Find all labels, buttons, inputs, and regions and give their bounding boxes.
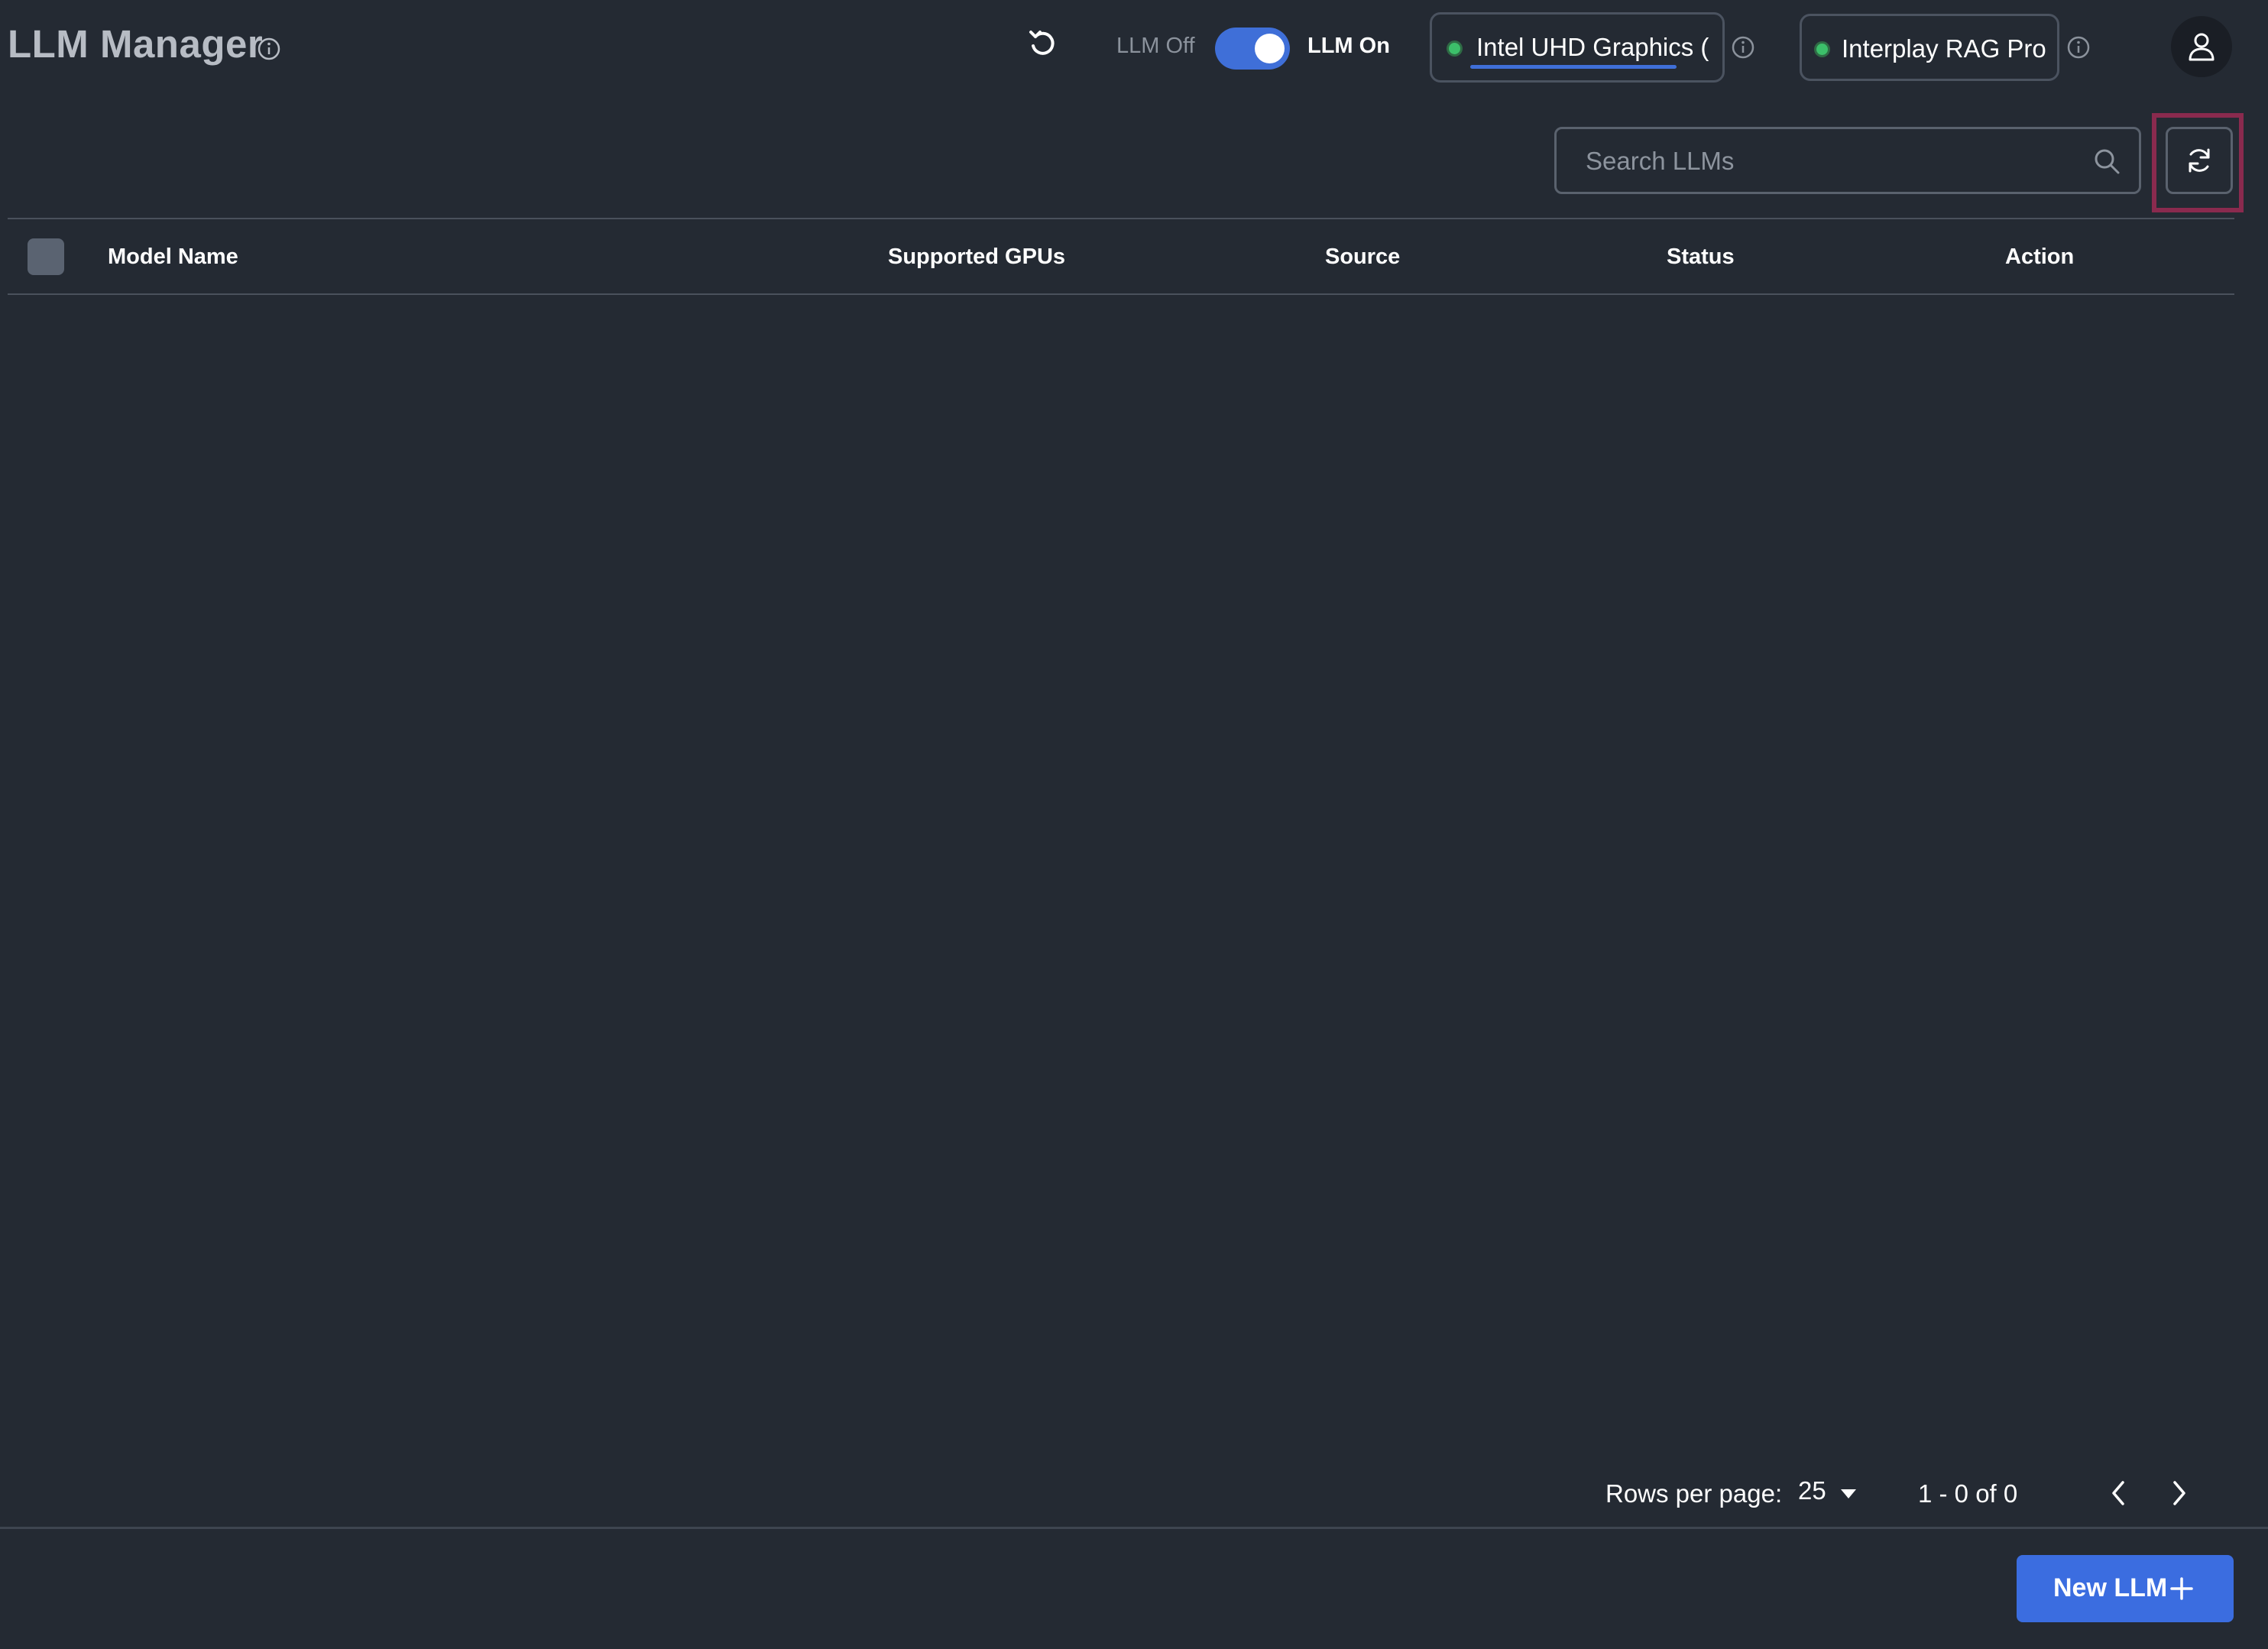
rag-status-dot — [1816, 44, 1828, 55]
footer-divider — [0, 1527, 2268, 1529]
new-llm-label: New LLM — [2053, 1573, 2168, 1602]
chevron-right-icon[interactable] — [2164, 1476, 2195, 1514]
refresh-icon — [2189, 148, 2210, 173]
search-box — [1554, 127, 2141, 194]
column-header-status[interactable]: Status — [1667, 245, 1735, 270]
column-header-source[interactable]: Source — [1325, 245, 1400, 270]
refresh-button[interactable] — [2166, 127, 2233, 194]
page-title: LLM Manager — [8, 22, 264, 66]
rag-selector-chip[interactable]: Interplay RAG Pro — [1800, 14, 2059, 81]
user-icon — [2189, 33, 2215, 61]
table-top-divider — [8, 218, 2234, 219]
llm-toggle[interactable] — [1215, 28, 1290, 70]
llm-on-label: LLM On — [1307, 34, 1390, 58]
new-llm-button[interactable]: New LLM — [2017, 1555, 2234, 1622]
undo-icon[interactable] — [1026, 28, 1060, 65]
llm-off-label: LLM Off — [1116, 34, 1195, 58]
gpu-status-dot — [1449, 43, 1460, 54]
column-header-supported-gpus[interactable]: Supported GPUs — [888, 245, 1065, 270]
gpu-info-icon[interactable] — [1731, 35, 1755, 60]
title-info-icon[interactable] — [257, 37, 281, 61]
column-header-action[interactable]: Action — [2005, 245, 2074, 270]
page-range-text: 1 - 0 of 0 — [1918, 1479, 2018, 1508]
search-icon[interactable] — [2093, 147, 2121, 179]
search-input[interactable] — [1584, 140, 2076, 183]
plus-icon — [2169, 1576, 2194, 1605]
chevron-left-icon[interactable] — [2103, 1476, 2134, 1514]
rows-per-page-label: Rows per page: — [1605, 1479, 1783, 1508]
caret-down-icon — [1840, 1489, 1857, 1503]
rows-per-page-select[interactable]: 25 — [1798, 1476, 1857, 1511]
select-all-checkbox[interactable] — [28, 238, 64, 275]
gpu-chip-scroll-indicator — [1470, 65, 1677, 69]
user-avatar-button[interactable] — [2171, 16, 2232, 77]
gpu-selector-chip[interactable]: Intel UHD Graphics ( — [1430, 12, 1725, 83]
column-header-model-name[interactable]: Model Name — [108, 245, 238, 270]
rag-info-icon[interactable] — [2066, 35, 2091, 60]
rows-per-page-value: 25 — [1798, 1476, 1826, 1505]
gpu-chip-label: Intel UHD Graphics ( — [1476, 33, 1709, 61]
table-header-divider — [8, 293, 2234, 295]
toggle-knob — [1255, 34, 1285, 63]
rag-chip-label: Interplay RAG Pro — [1842, 34, 2046, 63]
